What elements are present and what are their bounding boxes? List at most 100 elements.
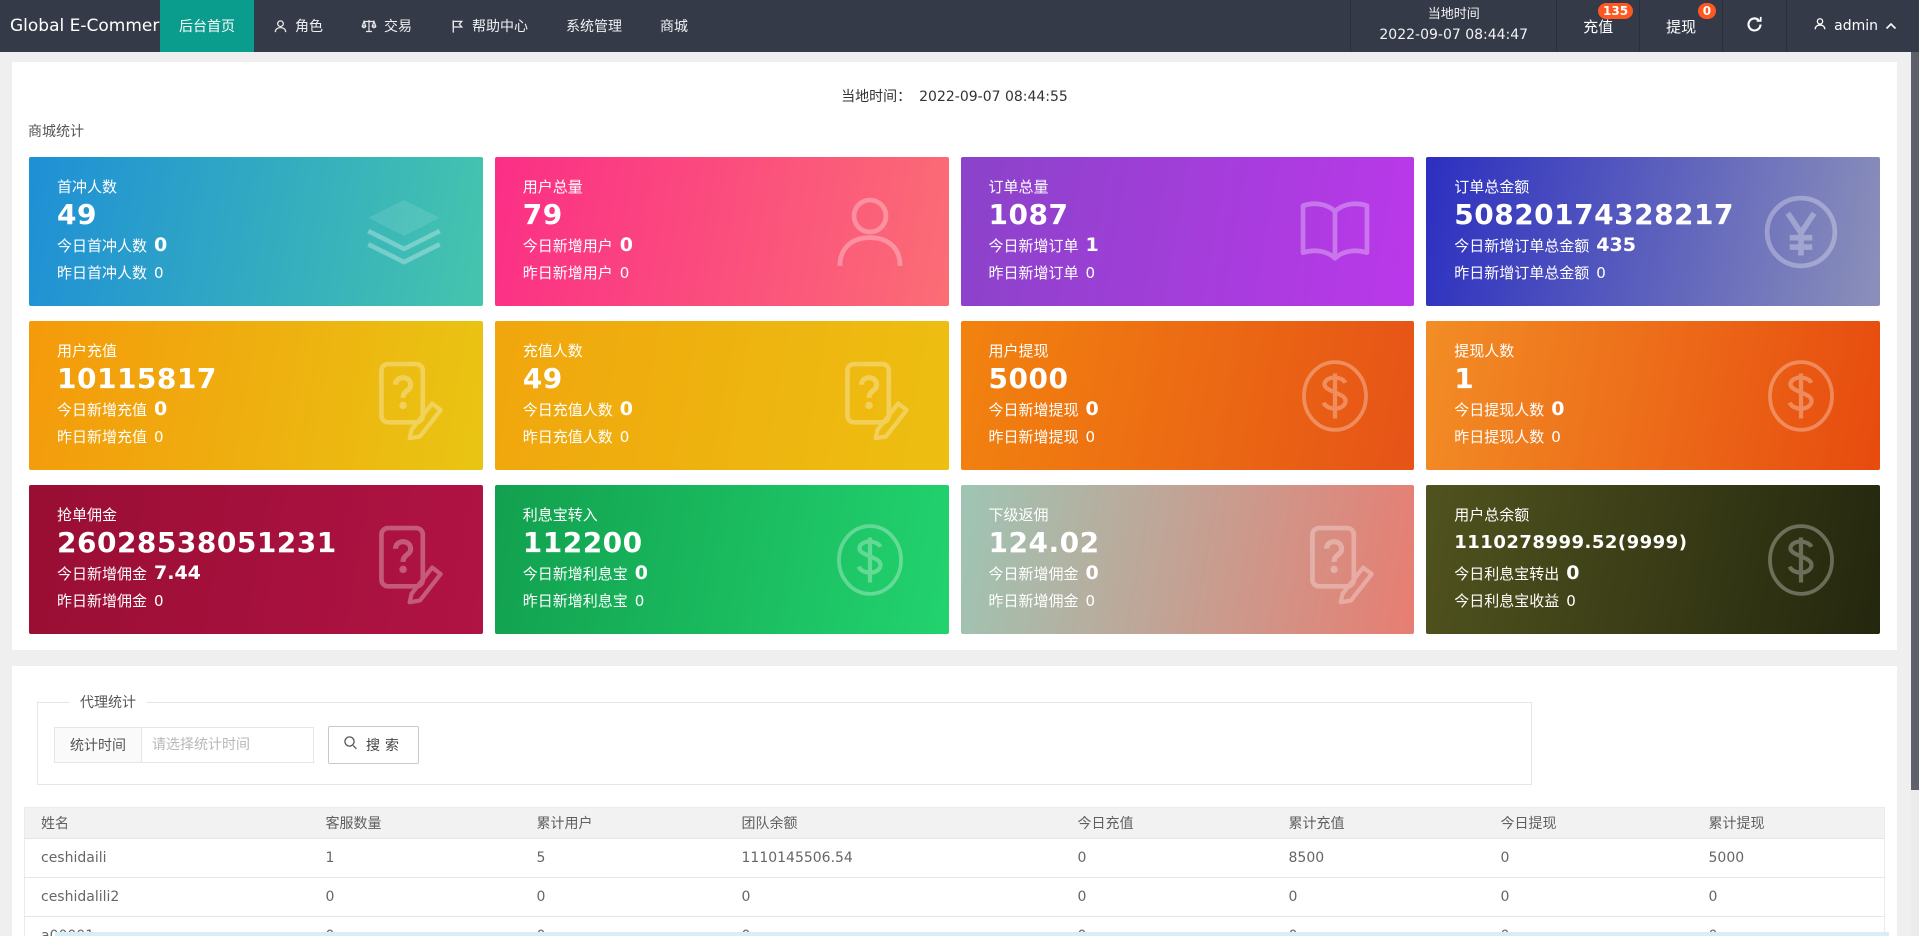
dollar-circle-icon — [1288, 349, 1382, 443]
withdraw-badge: 0 — [1697, 3, 1717, 19]
cell: 8500 — [1272, 838, 1485, 878]
agent-table: 姓名 客服数量 累计用户 团队余额 今日充值 累计充值 今日提现 累计提现 ce… — [24, 807, 1885, 936]
stat-today-value: 435 — [1596, 234, 1636, 256]
cell: 0 — [520, 877, 726, 917]
stat-today-label: 今日新增提现 — [988, 401, 1079, 419]
scales-icon — [361, 18, 377, 34]
table-row: ceshidaili 1 5 1110145506.54 0 8500 0 50… — [24, 838, 1885, 878]
user-icon — [823, 185, 917, 279]
doc-edit-icon — [823, 349, 917, 443]
mall-stats-panel: 当地时间： 2022-09-07 08:44:55 商城统计 首冲人数 49 今日… — [12, 62, 1897, 650]
cell: 1110145506.54 — [725, 838, 1062, 878]
user-menu[interactable]: admin — [1786, 0, 1919, 52]
refresh-icon — [1745, 15, 1764, 38]
main-nav: 后台首页 角色 交易 帮助中心 系统管理 商城 — [160, 0, 707, 52]
stat-yesterday-label: 昨日提现人数 — [1454, 428, 1545, 446]
search-icon — [343, 735, 359, 755]
stat-card: 下级返佣 124.02 今日新增佣金 0 昨日新增佣金 0 — [960, 485, 1415, 634]
cell: 0 — [1484, 877, 1693, 917]
stat-today-value: 0 — [1085, 562, 1099, 584]
search-button[interactable]: 搜索 — [328, 726, 419, 764]
nav-item-dashboard[interactable]: 后台首页 — [160, 0, 254, 52]
dollar-circle-icon — [823, 513, 917, 607]
stat-yesterday-value: 0 — [1085, 264, 1096, 282]
refresh-button[interactable] — [1722, 0, 1786, 52]
header-local-time: 当地时间 2022-09-07 08:44:47 — [1350, 0, 1556, 52]
brand-title: Global E-Commerce... — [10, 16, 160, 36]
table-header-row: 姓名 客服数量 累计用户 团队余额 今日充值 累计充值 今日提现 累计提现 — [24, 807, 1885, 839]
nav-item-roles[interactable]: 角色 — [254, 0, 342, 52]
nav-item-mall[interactable]: 商城 — [641, 0, 707, 52]
section-title-mall-stats: 商城统计 — [28, 124, 84, 140]
recharge-badge: 135 — [1598, 3, 1634, 19]
cell-name: ceshidaili — [24, 838, 310, 878]
stat-yesterday-value: 0 — [154, 592, 164, 610]
agent-stats-fieldset: 代理统计 统计时间 搜索 — [37, 692, 1532, 785]
header-right: 当地时间 2022-09-07 08:44:47 充值 135 提现 0 adm… — [1350, 0, 1919, 52]
stat-card: 提现人数 1 今日提现人数 0 昨日提现人数 0 — [1426, 321, 1880, 470]
stat-today-label: 今日充值人数 — [522, 401, 613, 419]
stat-yesterday-label: 昨日新增订单总金额 — [1454, 264, 1590, 282]
doc-edit-icon — [357, 349, 451, 443]
stat-yesterday-label: 昨日新增用户 — [522, 264, 613, 282]
stat-yesterday-label: 昨日新增提现 — [988, 428, 1079, 446]
stat-today-value: 0 — [619, 398, 633, 420]
stat-yesterday-value: 0 — [1596, 264, 1606, 282]
stat-today-value: 7.44 — [154, 562, 201, 584]
stat-today-value: 0 — [634, 562, 648, 584]
filter-row: 统计时间 搜索 — [54, 726, 1515, 764]
stat-today-label: 今日首冲人数 — [57, 237, 148, 255]
stat-today-label: 今日新增佣金 — [57, 565, 148, 583]
withdraw-button[interactable]: 提现 0 — [1639, 0, 1722, 52]
nav-item-system[interactable]: 系统管理 — [547, 0, 641, 52]
stat-yesterday-label: 昨日充值人数 — [522, 428, 613, 446]
stat-today-label: 今日利息宝转出 — [1454, 565, 1560, 583]
stat-card: 订单总量 1087 今日新增订单 1 昨日新增订单 0 — [960, 157, 1415, 306]
scrollbar-thumb[interactable] — [1911, 52, 1919, 790]
stat-yesterday-label: 昨日新增订单 — [988, 264, 1079, 282]
page-scrollbar[interactable] — [1911, 52, 1919, 936]
stat-card: 抢单佣金 26028538051231 今日新增佣金 7.44 昨日新增佣金 0 — [29, 485, 483, 634]
stat-today-value: 0 — [619, 234, 633, 256]
stat-card: 用户总余额 1110278999.52(9999) 今日利息宝转出 0 今日利息宝… — [1426, 485, 1880, 634]
stat-today-label: 今日新增订单总金额 — [1454, 237, 1590, 255]
nav-label: 交易 — [384, 19, 412, 35]
stat-time-input[interactable] — [142, 727, 314, 763]
stat-card: 订单总金额 50820174328217 今日新增订单总金额 435 昨日新增订单… — [1426, 157, 1880, 306]
stat-card: 利息宝转入 112200 今日新增利息宝 0 昨日新增利息宝 0 — [494, 485, 949, 634]
cell: 0 — [309, 877, 521, 917]
top-header: Global E-Commerce... 后台首页 角色 交易 帮助中心 系统管… — [0, 0, 1919, 52]
panel-local-time: 当地时间： 2022-09-07 08:44:55 — [12, 62, 1897, 106]
next-row-peek — [55, 932, 1889, 936]
nav-item-trade[interactable]: 交易 — [342, 0, 431, 52]
stat-card: 用户充值 10115817 今日新增充值 0 昨日新增充值 0 — [29, 321, 483, 470]
nav-item-help-center[interactable]: 帮助中心 — [431, 0, 547, 52]
stat-card: 首冲人数 49 今日首冲人数 0 昨日首冲人数 0 — [29, 157, 483, 306]
withdraw-label: 提现 — [1666, 17, 1697, 36]
stat-yesterday-label: 昨日新增佣金 — [988, 592, 1079, 610]
col-header: 团队余额 — [725, 807, 1062, 839]
stat-yesterday-label: 今日利息宝收益 — [1454, 592, 1560, 610]
local-time-label: 当地时间 — [1427, 7, 1480, 23]
username: admin — [1834, 18, 1878, 34]
doc-edit-icon — [357, 513, 451, 607]
col-header: 姓名 — [24, 807, 310, 839]
cell: 5000 — [1692, 838, 1885, 878]
dollar-circle-icon — [1754, 349, 1848, 443]
stat-yesterday-value: 0 — [1085, 428, 1096, 446]
stat-yesterday-label: 昨日新增利息宝 — [522, 592, 628, 610]
stat-today-label: 今日提现人数 — [1454, 401, 1545, 419]
stat-today-label: 今日新增充值 — [57, 401, 148, 419]
stat-today-value: 0 — [1551, 398, 1565, 420]
stat-yesterday-value: 0 — [634, 592, 645, 610]
stat-today-label: 今日新增利息宝 — [522, 565, 628, 583]
recharge-button[interactable]: 充值 135 — [1556, 0, 1639, 52]
stat-yesterday-value: 0 — [1085, 592, 1096, 610]
cell: 0 — [1692, 877, 1885, 917]
nav-label: 后台首页 — [179, 19, 235, 35]
cell: 0 — [725, 877, 1062, 917]
col-header: 今日充值 — [1061, 807, 1273, 839]
stat-yesterday-label: 昨日新增佣金 — [57, 592, 148, 610]
yen-circle-icon — [1754, 185, 1848, 279]
stat-card: 充值人数 49 今日充值人数 0 昨日充值人数 0 — [494, 321, 949, 470]
